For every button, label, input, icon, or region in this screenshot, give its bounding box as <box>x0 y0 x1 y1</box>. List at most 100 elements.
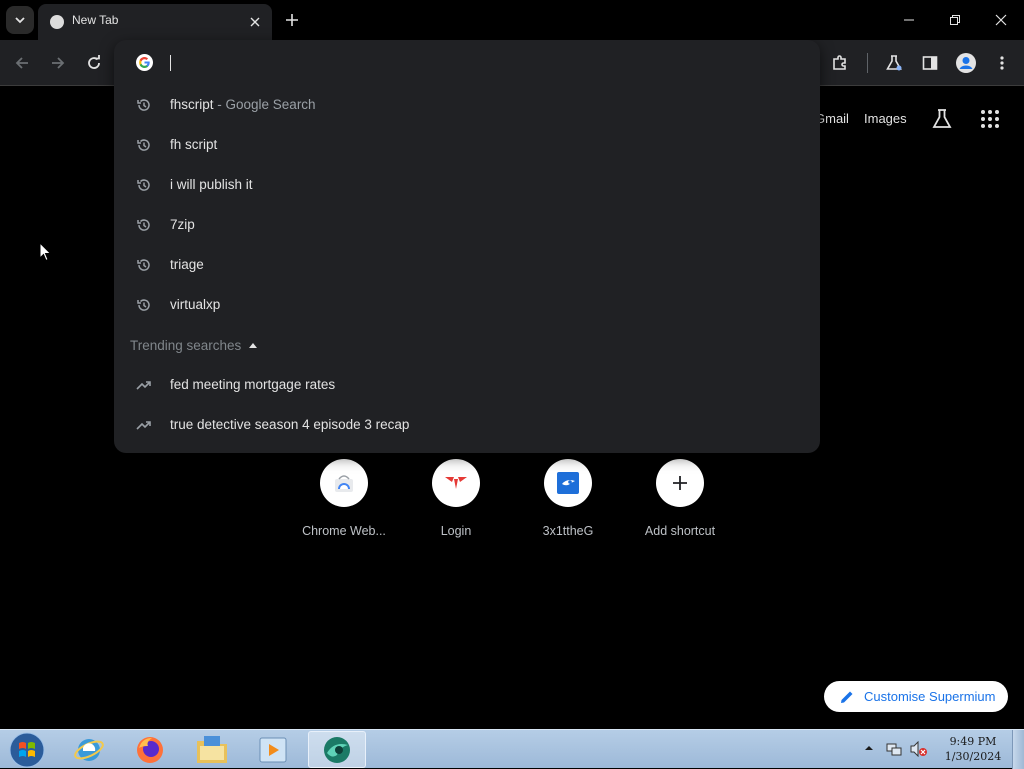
internet-explorer-icon <box>74 738 104 761</box>
extensions-button[interactable] <box>826 49 854 77</box>
taskbar-firefox[interactable] <box>121 731 179 768</box>
3x1ttheg-site-icon <box>544 459 592 507</box>
suggestion-row[interactable]: i will publish it <box>114 165 820 205</box>
shortcut-login[interactable]: Login <box>400 459 512 549</box>
trending-row[interactable]: fed meeting mortgage rates <box>114 365 820 405</box>
suggestion-text: triage <box>170 257 204 272</box>
shortcut-label: Login <box>440 524 472 538</box>
minimize-button[interactable] <box>894 6 924 34</box>
flask-icon <box>886 55 902 71</box>
arrow-right-icon <box>52 57 65 69</box>
taskbar: 9:49 PM 1/30/2024 <box>0 729 1024 769</box>
suggestion-row[interactable]: fhscript - Google Search <box>114 85 820 125</box>
firefox-icon <box>137 736 163 763</box>
reload-button[interactable] <box>80 49 108 77</box>
forward-button[interactable] <box>44 49 72 77</box>
trending-text: fed meeting mortgage rates <box>170 377 336 392</box>
shortcut-label: Chrome Web... <box>302 524 386 538</box>
puzzle-piece-icon <box>833 55 846 70</box>
start-button[interactable] <box>0 731 54 768</box>
suggestion-text: fhscript - Google Search <box>170 97 316 112</box>
supermium-icon <box>324 736 350 763</box>
avatar-icon <box>956 53 976 73</box>
history-icon <box>137 219 150 231</box>
mouse-cursor-icon <box>39 242 52 262</box>
new-tab-button[interactable] <box>280 8 304 32</box>
tab-title: New Tab <box>72 13 119 27</box>
trending-header-label: Trending searches <box>130 338 242 353</box>
suggestion-row[interactable]: fh script <box>114 125 820 165</box>
suggestion-row[interactable]: 7zip <box>114 205 820 245</box>
clock-time: 9:49 PM <box>949 735 997 748</box>
close-icon <box>250 17 260 27</box>
trending-icon <box>136 421 151 430</box>
minimize-icon <box>904 19 914 21</box>
trending-searches-toggle[interactable]: Trending searches <box>130 338 258 353</box>
login-site-icon <box>432 459 480 507</box>
tab-strip: New Tab <box>0 0 1024 40</box>
images-link[interactable]: Images <box>864 111 907 126</box>
volume-tray-icon[interactable] <box>910 741 928 757</box>
profile-button[interactable] <box>952 49 980 77</box>
flask-icon <box>932 109 952 128</box>
tab-search-button[interactable] <box>6 6 34 34</box>
show-desktop-button[interactable] <box>1012 730 1024 769</box>
side-panel-icon <box>922 56 938 70</box>
taskbar-explorer[interactable] <box>183 731 241 768</box>
omnibox-input[interactable] <box>170 55 171 71</box>
add-shortcut-button[interactable]: Add shortcut <box>624 459 736 549</box>
speaker-muted-icon <box>910 741 927 757</box>
shortcut-chrome-web-store[interactable]: Chrome Web... <box>288 459 400 549</box>
show-hidden-icons-button[interactable] <box>864 744 874 752</box>
taskbar-media-player[interactable] <box>244 731 302 768</box>
suggestion-description: - Google Search <box>213 97 316 112</box>
reload-icon <box>88 55 100 69</box>
customise-button[interactable]: Customise Supermium <box>824 681 1008 712</box>
clock-date: 1/30/2024 <box>944 750 1002 763</box>
omnibox-dropdown: fhscript - Google Search fh script i wil… <box>114 40 820 453</box>
toolbar-separator <box>867 53 868 73</box>
suggestion-text: 7zip <box>170 217 195 232</box>
caret-up-icon <box>249 343 258 348</box>
shortcut-3x1ttheg[interactable]: 3x1ttheG <box>512 459 624 549</box>
arrow-left-icon <box>15 57 28 69</box>
tab-new-tab[interactable]: New Tab <box>38 4 272 40</box>
pencil-icon <box>841 691 853 703</box>
menu-button[interactable] <box>988 49 1016 77</box>
close-window-button[interactable] <box>986 6 1016 34</box>
plus-icon <box>656 459 704 507</box>
customise-label: Customise Supermium <box>864 689 996 704</box>
network-icon <box>886 743 902 756</box>
chevron-down-icon <box>15 17 25 24</box>
windows-orb-icon <box>9 732 45 767</box>
labs-button[interactable] <box>880 49 908 77</box>
side-panel-button[interactable] <box>916 49 944 77</box>
gmail-link[interactable]: Gmail <box>815 111 849 126</box>
chrome-web-store-icon <box>320 459 368 507</box>
system-clock[interactable]: 9:49 PM 1/30/2024 <box>936 734 1010 764</box>
caret-up-icon <box>865 746 873 750</box>
media-player-icon <box>259 737 287 762</box>
trending-row[interactable]: true detective season 4 episode 3 recap <box>114 405 820 445</box>
trending-icon <box>136 381 151 390</box>
shortcut-label: Add shortcut <box>644 524 716 538</box>
history-icon <box>137 99 150 111</box>
suggestion-text: fh script <box>170 137 218 152</box>
labs-ntp-button[interactable] <box>930 107 954 131</box>
restore-button[interactable] <box>940 6 970 34</box>
apps-button[interactable] <box>978 107 1002 131</box>
suggestion-row[interactable]: triage <box>114 245 820 285</box>
network-tray-icon[interactable] <box>886 741 902 757</box>
taskbar-internet-explorer[interactable] <box>60 731 118 768</box>
suggestion-text: i will publish it <box>170 177 253 192</box>
restore-icon <box>950 15 960 25</box>
more-vertical-icon <box>1000 56 1004 70</box>
back-button[interactable] <box>8 49 36 77</box>
google-g-icon <box>136 54 153 71</box>
taskbar-supermium-active[interactable] <box>308 731 366 768</box>
tab-close-button[interactable] <box>246 13 264 31</box>
suggestion-row[interactable]: virtualxp <box>114 285 820 325</box>
history-icon <box>137 259 150 271</box>
tab-favicon-icon <box>50 15 64 29</box>
close-icon <box>995 14 1007 26</box>
